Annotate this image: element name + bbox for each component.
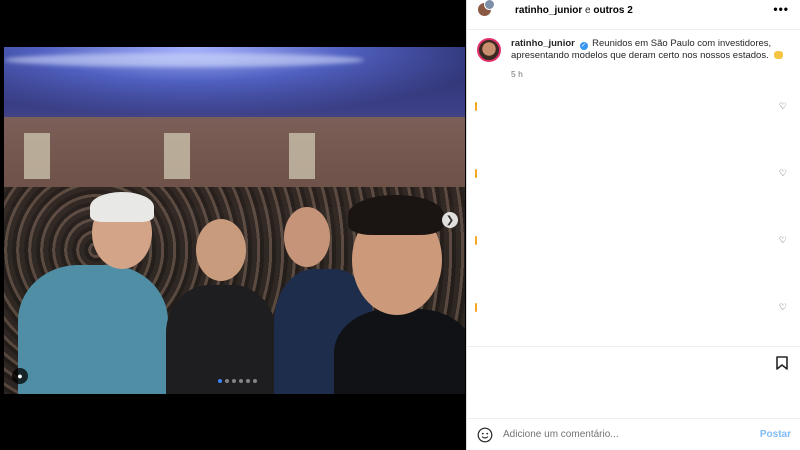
avatar[interactable] [484,0,495,10]
post-details-panel: ratinho_junior e outros 2 ••• ratinho_ju… [466,0,800,450]
post-header: ratinho_junior e outros 2 ••• [467,0,800,20]
person-head [196,219,246,281]
post-comment-button[interactable]: Postar [760,429,791,440]
heart-outline-icon[interactable]: ♡ [779,235,787,246]
person-silhouette [166,285,276,394]
header-others-link[interactable]: outros 2 [593,5,632,16]
verified-badge-icon: ✓ [579,42,588,50]
comment-row: ♡ [475,101,795,112]
photo-door [24,133,50,179]
header-divider [467,29,800,30]
bookmark-icon[interactable] [776,356,788,370]
comment-input[interactable] [503,429,760,440]
heart-outline-icon[interactable]: ♡ [779,168,787,179]
photo-door [289,133,315,179]
header-separator: e [582,4,594,16]
comment-row: ♡ [475,302,795,313]
heart-outline-icon[interactable]: ♡ [779,302,787,313]
comment-row: ♡ [475,235,795,246]
media-viewer: ❯ ● [0,0,466,450]
add-comment-bar: Postar [467,418,800,450]
photo-door [164,133,190,179]
carousel-indicator [218,379,257,383]
collab-avatars[interactable] [477,0,499,20]
carousel-dot [246,379,250,383]
photo-stage-light [4,53,364,67]
comment-avatar-placeholder [475,236,477,245]
caption-avatar[interactable] [477,38,501,62]
smiley-icon[interactable] [477,427,493,443]
more-horizontal-icon[interactable]: ••• [773,2,789,16]
flexed-biceps-emoji [774,51,784,59]
header-authors: ratinho_junior e outros 2 [515,5,633,16]
chevron-right-icon[interactable]: ❯ [442,212,458,228]
person-hair [90,192,154,222]
user-tag-icon[interactable]: ● [12,368,28,384]
post-caption: ratinho_junior ✓ Reunidos em São Paulo c… [477,38,787,80]
comment-row: ♡ [475,168,795,179]
header-username-link[interactable]: ratinho_junior [515,5,582,16]
heart-outline-icon[interactable]: ♡ [779,101,787,112]
comment-avatar-placeholder [475,169,477,178]
caption-username-link[interactable]: ratinho_junior [511,38,575,49]
post-timestamp[interactable]: 5 h [511,68,787,80]
carousel-dot [232,379,236,383]
bookmark-icon-svg [776,356,788,370]
person-hair [348,195,444,235]
actions-divider [467,346,800,347]
carousel-dot [253,379,257,383]
carousel-dot [225,379,229,383]
comment-avatar-placeholder [475,102,477,111]
comment-avatar-placeholder [475,303,477,312]
person-silhouette [18,265,168,394]
person-head [284,207,330,267]
carousel-dot [239,379,243,383]
caption-body: ratinho_junior ✓ Reunidos em São Paulo c… [511,38,787,80]
carousel-dot-active [218,379,222,383]
post-photo[interactable] [4,47,465,394]
person-silhouette [334,309,465,394]
